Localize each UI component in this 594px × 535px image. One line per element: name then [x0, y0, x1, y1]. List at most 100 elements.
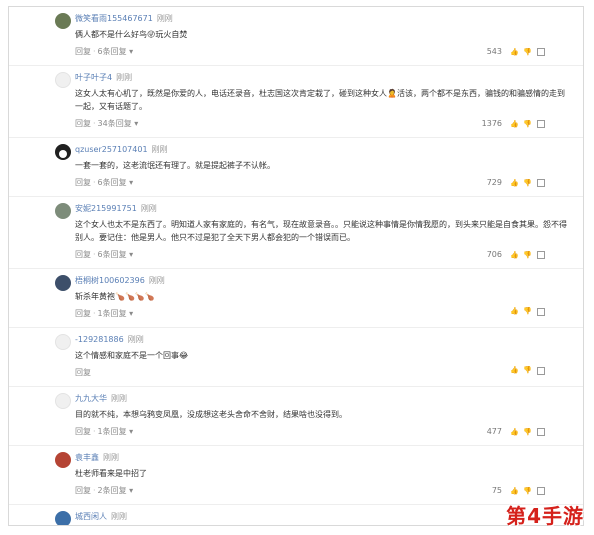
chevron-down-icon[interactable]: ▾: [127, 427, 133, 436]
avatar[interactable]: [55, 452, 71, 468]
comment-vote-group: 👍 👎: [506, 366, 545, 375]
reply-button[interactable]: 回复: [75, 47, 91, 56]
username-link[interactable]: 微笑看雨155467671: [75, 14, 153, 23]
comment-item: qzuser257107401 刚刚 一套一套的，这老流氓还有理了。就是提起裤子不认…: [9, 138, 583, 197]
chevron-down-icon[interactable]: ▾: [127, 47, 133, 56]
reply-button[interactable]: 回复: [75, 427, 91, 436]
username-link[interactable]: qzuser257107401: [75, 145, 148, 154]
thumbs-up-icon[interactable]: 👍: [510, 366, 519, 375]
comment-actions: 回复 👍 👎: [75, 366, 571, 380]
username-link[interactable]: -129281886: [75, 335, 124, 344]
comment-item: 安妮215991751 刚刚 这个女人也太不是东西了。明知道人家有家庭的，有名气，现…: [9, 197, 583, 269]
comment-item: 九九大华 刚刚 目的就不纯，本想乌鸦变凤凰，没成想这老头舍命不舍财，结果啥也没得到。…: [9, 387, 583, 446]
thumbs-up-icon[interactable]: 👍: [510, 251, 519, 260]
thumbs-down-icon[interactable]: 👎: [523, 251, 532, 260]
comment-text: 杜老师看来是中招了: [75, 469, 147, 478]
avatar[interactable]: [55, 334, 71, 350]
report-icon[interactable]: [537, 179, 545, 187]
comment-actions: 回复 · 2条回复 ▾ 75 👍 👎: [75, 484, 571, 498]
comment-header: -129281886 刚刚: [75, 328, 571, 346]
thumbs-up-icon[interactable]: 👍: [510, 307, 519, 316]
expand-replies-link[interactable]: 2条回复: [98, 486, 127, 495]
chevron-down-icon[interactable]: ▾: [127, 486, 133, 495]
comment-item: 城西闲人刚刚这就是说中国坑子的真面目...: [9, 505, 583, 525]
comment-time: 刚刚: [127, 335, 144, 344]
reply-button[interactable]: 回复: [75, 119, 91, 128]
username-link[interactable]: 梧桐树100602396: [75, 276, 145, 285]
reply-button[interactable]: 回复: [75, 250, 91, 259]
comment-time: 刚刚: [148, 276, 165, 285]
avatar[interactable]: [55, 144, 71, 160]
thumbs-down-icon[interactable]: 👎: [523, 120, 532, 129]
expand-replies-link[interactable]: 6条回复: [98, 47, 127, 56]
comment-vote-group: 706 👍 👎: [487, 248, 545, 262]
report-icon[interactable]: [537, 251, 545, 259]
comment-actions: 回复 · 6条回复 ▾ 706 👍 👎: [75, 248, 571, 262]
thumbs-up-icon[interactable]: 👍: [510, 48, 519, 57]
like-count: 75: [491, 486, 502, 495]
expand-replies-link[interactable]: 1条回复: [98, 427, 127, 436]
comment-text: 这女人太有心机了，既然是你爱的人，电话还录音，杜志国这次肯定栽了，碰到这种女人🙎…: [75, 89, 565, 111]
chevron-down-icon[interactable]: ▾: [127, 178, 133, 187]
reply-button[interactable]: 回复: [75, 368, 91, 377]
thumbs-down-icon[interactable]: 👎: [523, 307, 532, 316]
avatar[interactable]: [55, 72, 71, 88]
comment-time: 刚刚: [156, 14, 173, 23]
comment-header: 袁丰鑫 刚刚: [75, 446, 571, 464]
thumbs-up-icon[interactable]: 👍: [510, 428, 519, 437]
expand-replies-link[interactable]: 6条回复: [98, 178, 127, 187]
username-link[interactable]: 九九大华: [75, 394, 107, 403]
expand-replies-link[interactable]: 1条回复: [98, 309, 127, 318]
report-icon[interactable]: [537, 366, 545, 375]
comment-header: 九九大华 刚刚: [75, 387, 571, 405]
separator: ·: [93, 250, 96, 259]
comment-header: 安妮215991751 刚刚: [75, 197, 571, 215]
username-link[interactable]: 袁丰鑫: [75, 453, 99, 462]
comment-time: 刚刚: [151, 145, 168, 154]
thumbs-down-icon[interactable]: 👎: [523, 366, 532, 375]
avatar[interactable]: [55, 203, 71, 219]
username-link[interactable]: 城西闲人: [75, 512, 107, 521]
report-icon[interactable]: [537, 487, 545, 495]
comment-actions: 回复 · 34条回复 ▾ 1376 👍 👎: [75, 117, 571, 131]
comment-actions: 回复 · 6条回复 ▾ 543 👍 👎: [75, 45, 571, 59]
comment-time: 刚刚: [111, 512, 127, 521]
thumbs-down-icon[interactable]: 👎: [523, 428, 532, 437]
username-link[interactable]: 叶子叶子4: [75, 73, 112, 82]
thumbs-down-icon[interactable]: 👎: [523, 48, 532, 57]
separator: ·: [93, 427, 96, 436]
comment-list: 微笑看雨155467671 刚刚 俩人都不是什么好鸟😜玩火自焚 回复 · 6条回复 ▾ 54…: [8, 6, 584, 526]
comment-actions: 回复 · 1条回复 ▾ 👍 👎: [75, 307, 571, 321]
reply-button[interactable]: 回复: [75, 486, 91, 495]
expand-replies-link[interactable]: 34条回复: [98, 119, 132, 128]
thumbs-up-icon[interactable]: 👍: [510, 120, 519, 129]
report-icon[interactable]: [537, 307, 545, 316]
report-icon[interactable]: [537, 428, 545, 436]
expand-replies-link[interactable]: 6条回复: [98, 250, 127, 259]
chevron-down-icon[interactable]: ▾: [127, 309, 133, 318]
like-count: 477: [486, 427, 502, 436]
comment-vote-group: 1376 👍 👎: [482, 117, 545, 131]
chevron-down-icon[interactable]: ▾: [132, 119, 138, 128]
username-link[interactable]: 安妮215991751: [75, 204, 137, 213]
report-icon[interactable]: [537, 120, 545, 128]
separator: ·: [93, 119, 96, 128]
avatar[interactable]: [55, 13, 71, 29]
avatar[interactable]: [55, 511, 71, 525]
like-count: 729: [486, 178, 502, 187]
comment-vote-group: 543 👍 👎: [487, 45, 545, 59]
report-icon[interactable]: [537, 48, 545, 56]
thumbs-down-icon[interactable]: 👎: [523, 487, 532, 496]
avatar[interactable]: [55, 275, 71, 291]
chevron-down-icon[interactable]: ▾: [127, 250, 133, 259]
comment-time: 刚刚: [111, 394, 127, 403]
thumbs-up-icon[interactable]: 👍: [510, 179, 519, 188]
thumbs-up-icon[interactable]: 👍: [510, 487, 519, 496]
avatar[interactable]: [55, 393, 71, 409]
comment-header: qzuser257107401 刚刚: [75, 138, 571, 156]
reply-button[interactable]: 回复: [75, 309, 91, 318]
comment-vote-group: 75 👍 👎: [492, 484, 545, 498]
thumbs-down-icon[interactable]: 👎: [523, 179, 532, 188]
like-count: 1376: [481, 119, 502, 128]
reply-button[interactable]: 回复: [75, 178, 91, 187]
